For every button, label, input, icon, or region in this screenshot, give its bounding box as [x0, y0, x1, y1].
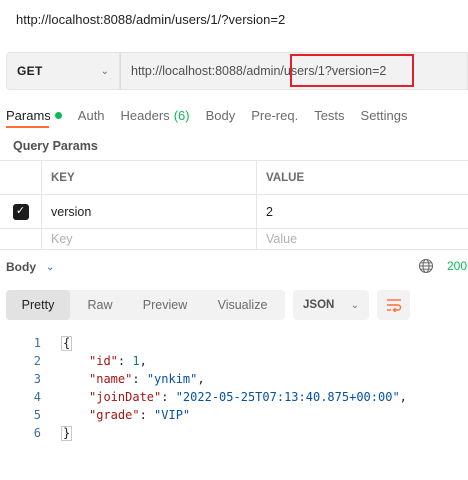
- json-key: "name": [89, 372, 133, 386]
- tab-headers[interactable]: Headers (6): [121, 104, 190, 126]
- format-select[interactable]: JSON ⌄: [293, 290, 369, 320]
- chevron-down-icon: ⌄: [100, 65, 109, 77]
- code-line: 2 "id": 1,: [0, 352, 468, 370]
- line-number: 1: [33, 336, 41, 350]
- code-line: 1 {: [0, 334, 468, 352]
- chevron-down-icon: ⌄: [350, 299, 359, 311]
- tab-tests-label: Tests: [314, 107, 345, 123]
- response-code-view: 1 { 2 "id": 1, 3 "name": "ynkim", 4 "joi…: [0, 334, 468, 442]
- new-value-input[interactable]: Value: [257, 229, 468, 249]
- globe-icon[interactable]: [418, 258, 434, 274]
- json-value: "ynkim": [146, 372, 198, 386]
- response-bar: Body ⌄ 200: [0, 257, 468, 277]
- tab-pre-request-label: Pre-req.: [251, 107, 299, 123]
- tab-headers-label: Headers: [120, 107, 170, 123]
- tab-visualize[interactable]: Visualize: [200, 290, 285, 320]
- close-brace: }: [61, 425, 73, 441]
- tab-body[interactable]: Body: [206, 104, 236, 126]
- tab-body-label: Body: [205, 107, 236, 123]
- table-header-row: KEY VALUE: [0, 160, 468, 194]
- tab-headers-count: (6): [173, 107, 190, 123]
- status-code: 200: [447, 259, 468, 273]
- line-number: 6: [33, 426, 41, 440]
- tab-params[interactable]: Params: [6, 104, 62, 126]
- code-line: 5 "grade": "VIP": [0, 406, 468, 424]
- tab-auth-label: Auth: [77, 107, 105, 123]
- new-check-cell: [0, 229, 42, 249]
- query-params-table: KEY VALUE ✓ version 2 Key Value: [0, 160, 468, 250]
- param-key-cell[interactable]: version: [42, 195, 257, 228]
- method-label: GET: [17, 64, 43, 78]
- tab-params-label: Params: [6, 107, 51, 123]
- wrap-lines-button[interactable]: [377, 290, 410, 320]
- tab-raw[interactable]: Raw: [70, 290, 130, 320]
- method-select[interactable]: GET ⌄: [6, 52, 120, 90]
- new-key-input[interactable]: Key: [42, 229, 257, 249]
- code-line: 4 "joinDate": "2022-05-25T07:13:40.875+0…: [0, 388, 468, 406]
- value-column-header: VALUE: [266, 171, 305, 184]
- line-number: 4: [33, 390, 41, 404]
- row-check-cell: ✓: [0, 195, 42, 228]
- tab-settings[interactable]: Settings: [361, 104, 408, 126]
- open-brace: {: [61, 335, 73, 351]
- line-number: 2: [33, 354, 41, 368]
- table-row-new: Key Value: [0, 228, 468, 250]
- json-key: "id": [89, 354, 118, 368]
- tab-preview[interactable]: Preview: [130, 290, 200, 320]
- json-value: 1: [132, 354, 140, 368]
- line-number: 5: [33, 408, 41, 422]
- chevron-down-icon[interactable]: ⌄: [46, 262, 54, 273]
- view-tabs: Pretty Raw Preview Visualize: [6, 290, 285, 320]
- json-value: "VIP": [154, 408, 191, 422]
- json-value: "2022-05-25T07:13:40.875+00:00": [175, 390, 400, 404]
- wrap-icon: [386, 299, 401, 312]
- response-body-label[interactable]: Body: [6, 260, 36, 274]
- tab-pre-request[interactable]: Pre-req.: [251, 104, 298, 126]
- tab-settings-label: Settings: [360, 107, 408, 123]
- key-column-header: KEY: [42, 161, 257, 194]
- json-key: "grade": [89, 408, 140, 422]
- table-row: ✓ version 2: [0, 194, 468, 228]
- request-tabs: Params Auth Headers (6) Body Pre-req. Te…: [0, 104, 468, 132]
- header-check-cell: [0, 161, 42, 194]
- code-line: 6 }: [0, 424, 468, 442]
- active-tab-indicator: [6, 126, 49, 128]
- active-dot-icon: [54, 111, 62, 119]
- request-title: http://localhost:8088/admin/users/1/?ver…: [16, 12, 286, 27]
- json-key: "joinDate": [89, 390, 162, 404]
- param-value-cell[interactable]: 2: [257, 195, 468, 228]
- param-checkbox[interactable]: ✓: [12, 203, 29, 220]
- line-number: 3: [33, 372, 41, 386]
- tab-auth[interactable]: Auth: [78, 104, 105, 126]
- tab-pretty[interactable]: Pretty: [6, 290, 70, 320]
- format-label: JSON: [303, 299, 335, 311]
- code-line: 3 "name": "ynkim",: [0, 370, 468, 388]
- query-params-label: Query Params: [13, 139, 98, 153]
- tab-tests[interactable]: Tests: [314, 104, 344, 126]
- highlight-box: [290, 54, 414, 87]
